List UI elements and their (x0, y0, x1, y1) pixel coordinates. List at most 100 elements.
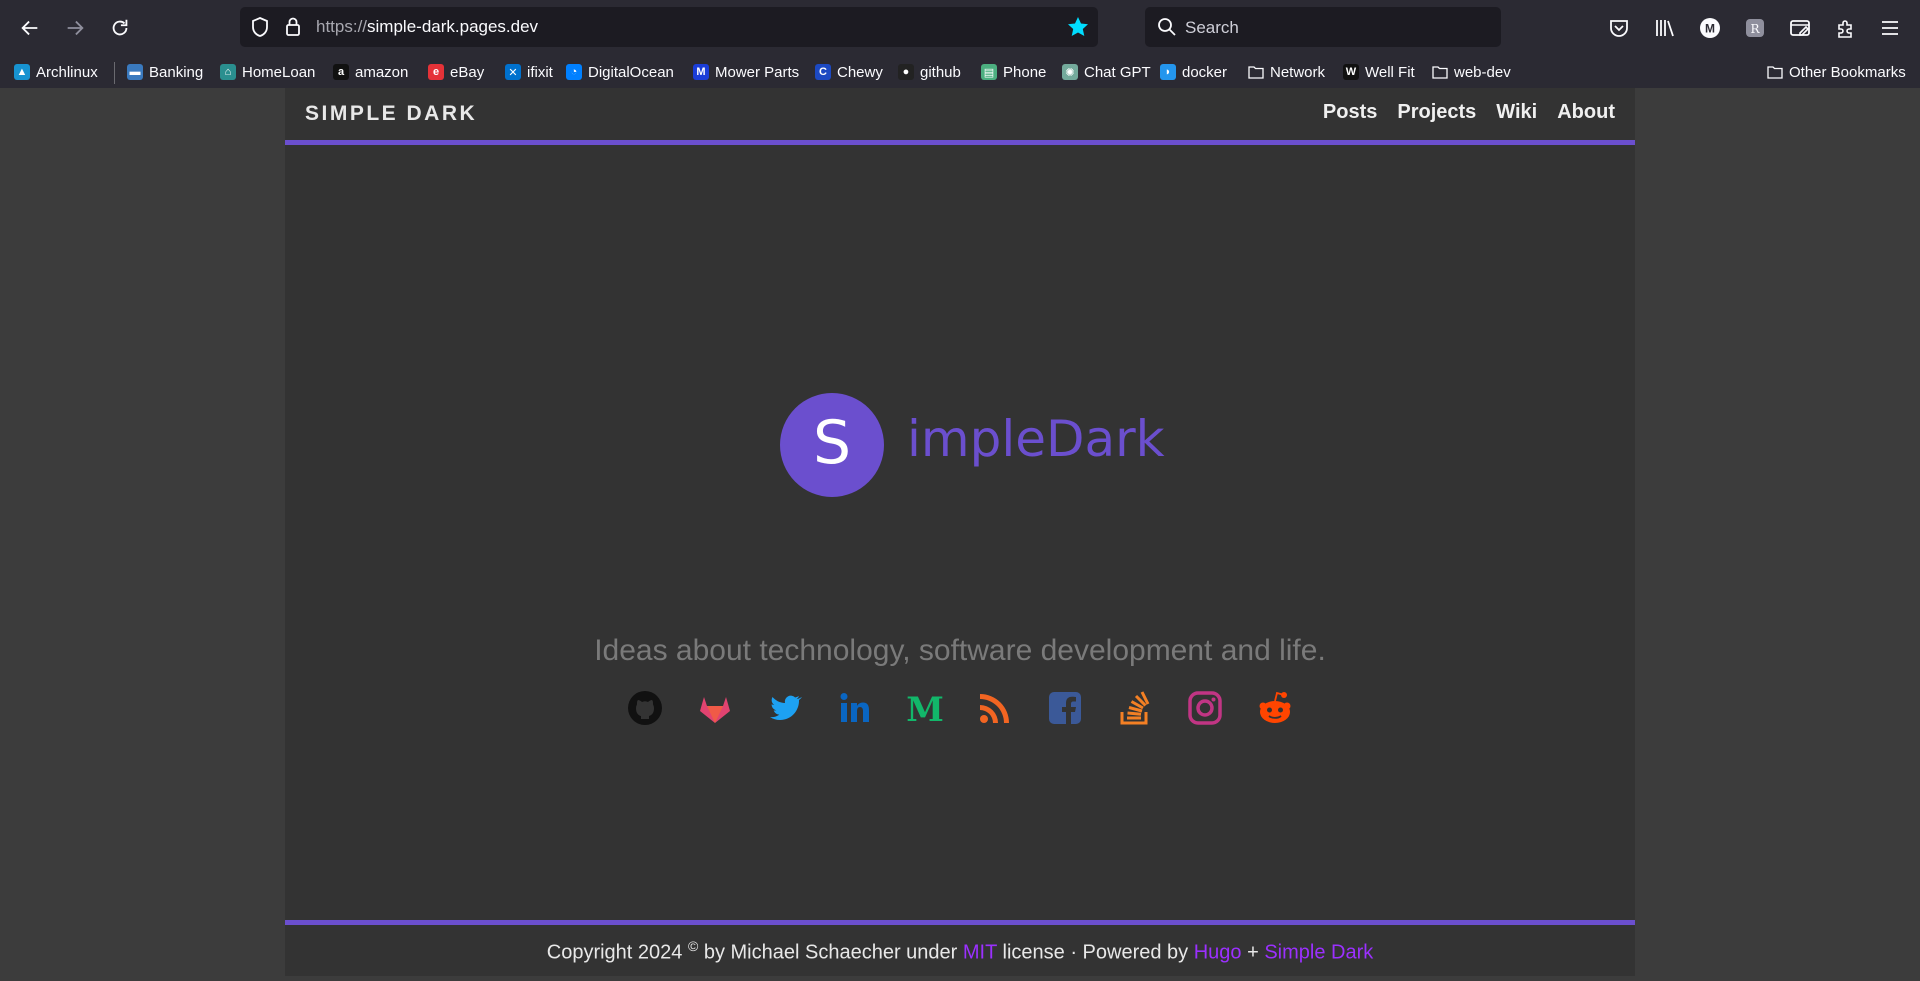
folder-icon (1767, 64, 1783, 80)
bookmark-homeloan[interactable]: ⌂ HomeLoan (220, 60, 315, 84)
bookmark-banking[interactable]: ▬ Banking (127, 60, 203, 84)
extension-button[interactable]: R (1741, 14, 1769, 42)
browser-toolbar: https://simple-dark.pages.dev M R (0, 0, 1920, 56)
account-button[interactable]: M (1696, 14, 1724, 42)
reload-button[interactable] (104, 14, 136, 42)
nav-projects[interactable]: Projects (1397, 101, 1476, 124)
search-input[interactable] (1183, 13, 1487, 43)
bookmark-star-icon[interactable] (1066, 15, 1090, 39)
menu-button[interactable] (1876, 14, 1904, 42)
library-button[interactable] (1651, 14, 1679, 42)
lock-icon[interactable] (284, 16, 302, 38)
reddit-icon (1259, 691, 1291, 723)
medium-link[interactable]: M (907, 690, 943, 726)
gitlab-link[interactable] (697, 690, 733, 726)
tab-tools-button[interactable] (1786, 14, 1814, 42)
bookmark-label: ifixit (527, 63, 553, 81)
twitter-icon (770, 695, 802, 720)
bookmark-docker[interactable]: ◗ docker (1160, 60, 1227, 84)
site-nav: Posts Projects Wiki About (1323, 101, 1615, 124)
bookmark-label: Banking (149, 63, 204, 81)
mit-license-link[interactable]: MIT (963, 942, 997, 964)
bookmark-label: DigitalOcean (588, 63, 674, 81)
bookmarks-separator (114, 62, 115, 84)
bookmark-digitalocean[interactable]: ◔ DigitalOcean (566, 60, 674, 84)
nav-wiki[interactable]: Wiki (1496, 101, 1537, 124)
bookmark-phone[interactable]: ▤ Phone (981, 60, 1046, 84)
url-host: simple-dark.pages.dev (367, 17, 539, 36)
url-scheme: https:// (316, 17, 368, 36)
bookmark-amazon[interactable]: a amazon (333, 60, 408, 84)
github-icon (628, 691, 662, 725)
web-page: SIMPLE DARK Posts Projects Wiki About S … (285, 88, 1635, 976)
rss-icon (980, 694, 1009, 723)
footer-plus: + (1241, 941, 1265, 964)
url-bar[interactable]: https://simple-dark.pages.dev (240, 7, 1098, 47)
pocket-button[interactable] (1605, 14, 1633, 42)
svg-text:R: R (1750, 22, 1760, 36)
footer-copyright-prefix: Copyright 2024 (546, 941, 688, 964)
footer-text: Copyright 2024 © by Michael Schaecher un… (285, 938, 1635, 965)
facebook-icon (1049, 692, 1081, 724)
logo-circle: S (780, 393, 884, 497)
bookmark-mower-parts[interactable]: M Mower Parts (693, 60, 799, 84)
bookmark-github[interactable]: ● github (898, 60, 961, 84)
mowerparts-icon: M (693, 64, 709, 80)
bookmark-network[interactable]: Network (1248, 60, 1325, 84)
arrow-left-icon (21, 20, 38, 36)
rss-link[interactable] (977, 690, 1013, 726)
url-text[interactable]: https://simple-dark.pages.dev (316, 17, 538, 37)
tagline: Ideas about technology, software develop… (594, 634, 1326, 667)
chatgpt-icon: ✺ (1062, 64, 1078, 80)
logo-wordmark: impleDark (907, 410, 1165, 468)
bookmark-chewy[interactable]: C Chewy (815, 60, 883, 84)
extensions-button[interactable] (1831, 14, 1859, 42)
facebook-link[interactable] (1047, 690, 1083, 726)
bookmark-label: Archlinux (36, 63, 98, 81)
amazon-icon: a (333, 64, 349, 80)
docker-icon: ◗ (1160, 64, 1176, 80)
arrow-right-icon (67, 20, 84, 36)
instagram-icon (1188, 691, 1222, 725)
nav-about[interactable]: About (1557, 101, 1615, 124)
forward-button[interactable] (59, 14, 91, 42)
bookmark-ifixit[interactable]: ✕ ifixit (505, 60, 553, 84)
social-links: M (285, 690, 1635, 726)
simple-dark-theme-link[interactable]: Simple Dark (1264, 942, 1373, 964)
logo-letter: S (812, 408, 852, 478)
site-title[interactable]: SIMPLE DARK (305, 102, 477, 126)
puzzle-icon (1838, 20, 1852, 38)
nav-posts[interactable]: Posts (1323, 101, 1377, 124)
bookmark-well-fit[interactable]: W Well Fit (1343, 60, 1415, 84)
search-bar[interactable] (1145, 7, 1501, 47)
github-link[interactable] (627, 690, 663, 726)
search-icon (1158, 18, 1176, 36)
bookmark-label: eBay (450, 63, 485, 81)
bookmark-label: amazon (355, 63, 409, 81)
hugo-link[interactable]: Hugo (1194, 942, 1242, 964)
medium-icon: M (907, 690, 943, 726)
svg-text:M: M (907, 690, 943, 726)
svg-text:M: M (1705, 22, 1715, 36)
archlinux-icon: ▲ (14, 64, 30, 80)
bookmark-other-bookmarks[interactable]: Other Bookmarks (1767, 60, 1906, 84)
library-icon (1656, 20, 1674, 37)
instagram-link[interactable] (1187, 690, 1223, 726)
bookmark-label: github (920, 63, 961, 81)
copyright-mark: © (687, 938, 699, 954)
window-edit-icon (1790, 20, 1810, 36)
reload-icon (112, 19, 128, 36)
bookmark-label: Other Bookmarks (1789, 63, 1906, 81)
bookmark-archlinux[interactable]: ▲ Archlinux (14, 60, 98, 84)
stackoverflow-link[interactable] (1117, 690, 1153, 726)
bookmark-web-dev[interactable]: web-dev (1432, 60, 1511, 84)
bookmark-chat-gpt[interactable]: ✺ Chat GPT (1062, 60, 1151, 84)
twitter-link[interactable] (767, 690, 803, 726)
back-button[interactable] (14, 14, 46, 42)
bookmark-label: web-dev (1454, 63, 1511, 81)
bookmark-ebay[interactable]: e eBay (428, 60, 484, 84)
bookmark-label: Chat GPT (1084, 63, 1151, 81)
reddit-link[interactable] (1257, 690, 1293, 726)
shield-icon[interactable] (250, 16, 270, 38)
linkedin-link[interactable] (837, 690, 873, 726)
